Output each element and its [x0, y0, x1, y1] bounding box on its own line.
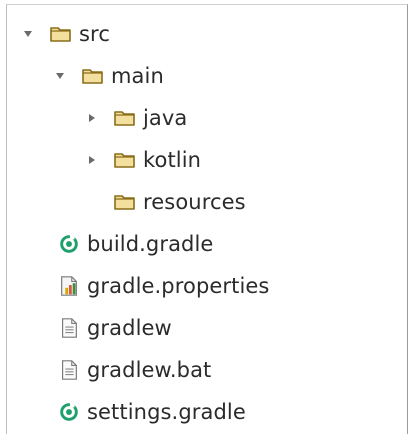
tree-node-gradlew[interactable]: gradlew: [57, 307, 172, 349]
tree-node-java[interactable]: java: [85, 97, 187, 139]
tree-node-label: build.gradle: [87, 232, 214, 256]
tree-node-kotlin[interactable]: kotlin: [85, 139, 201, 181]
folder-icon: [49, 22, 73, 46]
gradle-icon: [57, 232, 81, 256]
tree-node-src[interactable]: src: [21, 13, 110, 55]
properties-icon: [57, 274, 81, 298]
tree-node-label: gradlew.bat: [87, 358, 212, 382]
tree-node-label: kotlin: [143, 148, 202, 172]
tree-node-label: java: [143, 106, 188, 130]
tree-node-label: main: [111, 64, 164, 88]
text-file-icon: [57, 358, 81, 382]
tree-node-gradlew-bat[interactable]: gradlew.bat: [57, 349, 211, 391]
tree-node-main[interactable]: main: [53, 55, 164, 97]
expanded-arrow-icon[interactable]: [21, 27, 35, 41]
tree-node-label: resources: [143, 190, 246, 214]
folder-icon: [81, 64, 105, 88]
project-tree-panel: src main java kotlin resources build.gra…: [6, 4, 408, 434]
tree-node-resources[interactable]: resources: [113, 181, 246, 223]
folder-icon: [113, 148, 137, 172]
folder-icon: [113, 106, 137, 130]
expanded-arrow-icon[interactable]: [53, 69, 67, 83]
tree-node-gradle-properties[interactable]: gradle.properties: [57, 265, 269, 307]
text-file-icon: [57, 316, 81, 340]
tree-node-label: gradle.properties: [87, 274, 270, 298]
tree-node-build-gradle[interactable]: build.gradle: [57, 223, 213, 265]
folder-icon: [113, 190, 137, 214]
tree-node-label: src: [79, 22, 110, 46]
tree-node-label: gradlew: [87, 316, 172, 340]
tree-node-label: settings.gradle: [87, 400, 246, 424]
collapsed-arrow-icon[interactable]: [85, 153, 99, 167]
collapsed-arrow-icon[interactable]: [85, 111, 99, 125]
tree-node-settings-gradle[interactable]: settings.gradle: [57, 391, 246, 433]
gradle-icon: [57, 400, 81, 424]
